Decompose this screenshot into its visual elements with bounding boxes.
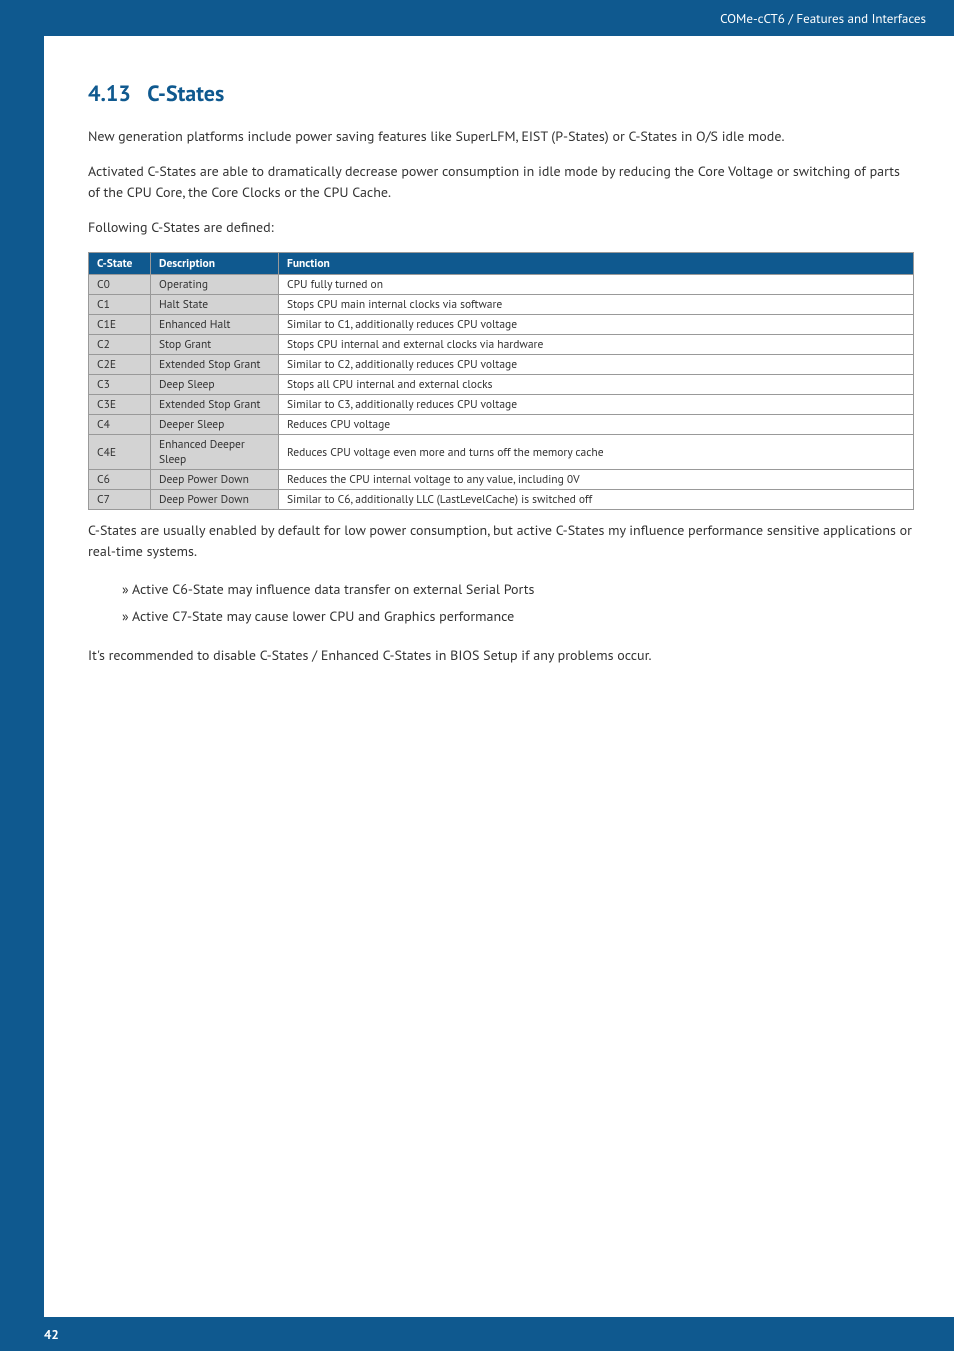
- cell-cstate: C3: [89, 375, 151, 395]
- cell-cstate: C2: [89, 335, 151, 355]
- table-row: C3EExtended Stop GrantSimilar to C3, add…: [89, 395, 914, 415]
- table-row: C6Deep Power DownReduces the CPU interna…: [89, 470, 914, 490]
- table-header-function: Function: [279, 253, 914, 275]
- table-row: C3Deep SleepStops all CPU internal and e…: [89, 375, 914, 395]
- table-row: C0OperatingCPU fully turned on: [89, 275, 914, 295]
- table-header-description: Description: [151, 253, 279, 275]
- cell-cstate: C0: [89, 275, 151, 295]
- cell-cstate: C4E: [89, 435, 151, 470]
- cell-description: Extended Stop Grant: [151, 395, 279, 415]
- cell-description: Operating: [151, 275, 279, 295]
- cell-description: Halt State: [151, 295, 279, 315]
- footer-bar: 42: [0, 1317, 954, 1351]
- cell-description: Extended Stop Grant: [151, 355, 279, 375]
- table-row: C1Halt StateStops CPU main internal cloc…: [89, 295, 914, 315]
- table-row: C4EEnhanced Deeper SleepReduces CPU volt…: [89, 435, 914, 470]
- top-bar: COMe-cCT6 / Features and Interfaces: [0, 0, 954, 36]
- paragraph: It's recommended to disable C-States / E…: [88, 645, 914, 666]
- cell-description: Deep Power Down: [151, 490, 279, 510]
- page-content: 4.13 C-States New generation platforms i…: [44, 36, 954, 680]
- page-number: 42: [44, 1326, 59, 1343]
- cell-description: Deeper Sleep: [151, 415, 279, 435]
- list-item: Active C6-State may influence data trans…: [122, 576, 914, 603]
- cell-cstate: C3E: [89, 395, 151, 415]
- paragraph: Following C-States are defined:: [88, 217, 914, 238]
- section-heading: 4.13 C-States: [88, 80, 914, 108]
- table-row: C2Stop GrantStops CPU internal and exter…: [89, 335, 914, 355]
- cell-function: Similar to C1, additionally reduces CPU …: [279, 315, 914, 335]
- cell-function: Stops CPU main internal clocks via softw…: [279, 295, 914, 315]
- cell-function: CPU fully turned on: [279, 275, 914, 295]
- paragraph: C-States are usually enabled by default …: [88, 520, 914, 562]
- section-title-text: C-States: [147, 80, 224, 108]
- paragraph: New generation platforms include power s…: [88, 126, 914, 147]
- cell-function: Reduces CPU voltage: [279, 415, 914, 435]
- cell-description: Enhanced Halt: [151, 315, 279, 335]
- paragraph: Activated C-States are able to dramatica…: [88, 161, 914, 203]
- section-number: 4.13: [88, 80, 131, 108]
- table-row: C4Deeper SleepReduces CPU voltage: [89, 415, 914, 435]
- cell-description: Deep Sleep: [151, 375, 279, 395]
- cell-cstate: C6: [89, 470, 151, 490]
- cell-cstate: C4: [89, 415, 151, 435]
- cell-function: Stops CPU internal and external clocks v…: [279, 335, 914, 355]
- cell-cstate: C2E: [89, 355, 151, 375]
- table-row: C7Deep Power DownSimilar to C6, addition…: [89, 490, 914, 510]
- cell-function: Similar to C2, additionally reduces CPU …: [279, 355, 914, 375]
- cell-cstate: C7: [89, 490, 151, 510]
- bullet-list: Active C6-State may influence data trans…: [122, 576, 914, 629]
- cell-function: Reduces CPU voltage even more and turns …: [279, 435, 914, 470]
- breadcrumb: COMe-cCT6 / Features and Interfaces: [720, 10, 926, 27]
- cell-function: Similar to C6, additionally LLC (LastLev…: [279, 490, 914, 510]
- cell-description: Deep Power Down: [151, 470, 279, 490]
- table-header-row: C-State Description Function: [89, 253, 914, 275]
- table-row: C2EExtended Stop GrantSimilar to C2, add…: [89, 355, 914, 375]
- cstates-table: C-State Description Function C0Operating…: [88, 252, 914, 510]
- cell-cstate: C1: [89, 295, 151, 315]
- cell-function: Stops all CPU internal and external cloc…: [279, 375, 914, 395]
- cell-cstate: C1E: [89, 315, 151, 335]
- cell-description: Enhanced Deeper Sleep: [151, 435, 279, 470]
- cell-description: Stop Grant: [151, 335, 279, 355]
- table-header-cstate: C-State: [89, 253, 151, 275]
- left-rail: [0, 0, 44, 1351]
- table-row: C1EEnhanced HaltSimilar to C1, additiona…: [89, 315, 914, 335]
- cell-function: Reduces the CPU internal voltage to any …: [279, 470, 914, 490]
- list-item: Active C7-State may cause lower CPU and …: [122, 603, 914, 630]
- cell-function: Similar to C3, additionally reduces CPU …: [279, 395, 914, 415]
